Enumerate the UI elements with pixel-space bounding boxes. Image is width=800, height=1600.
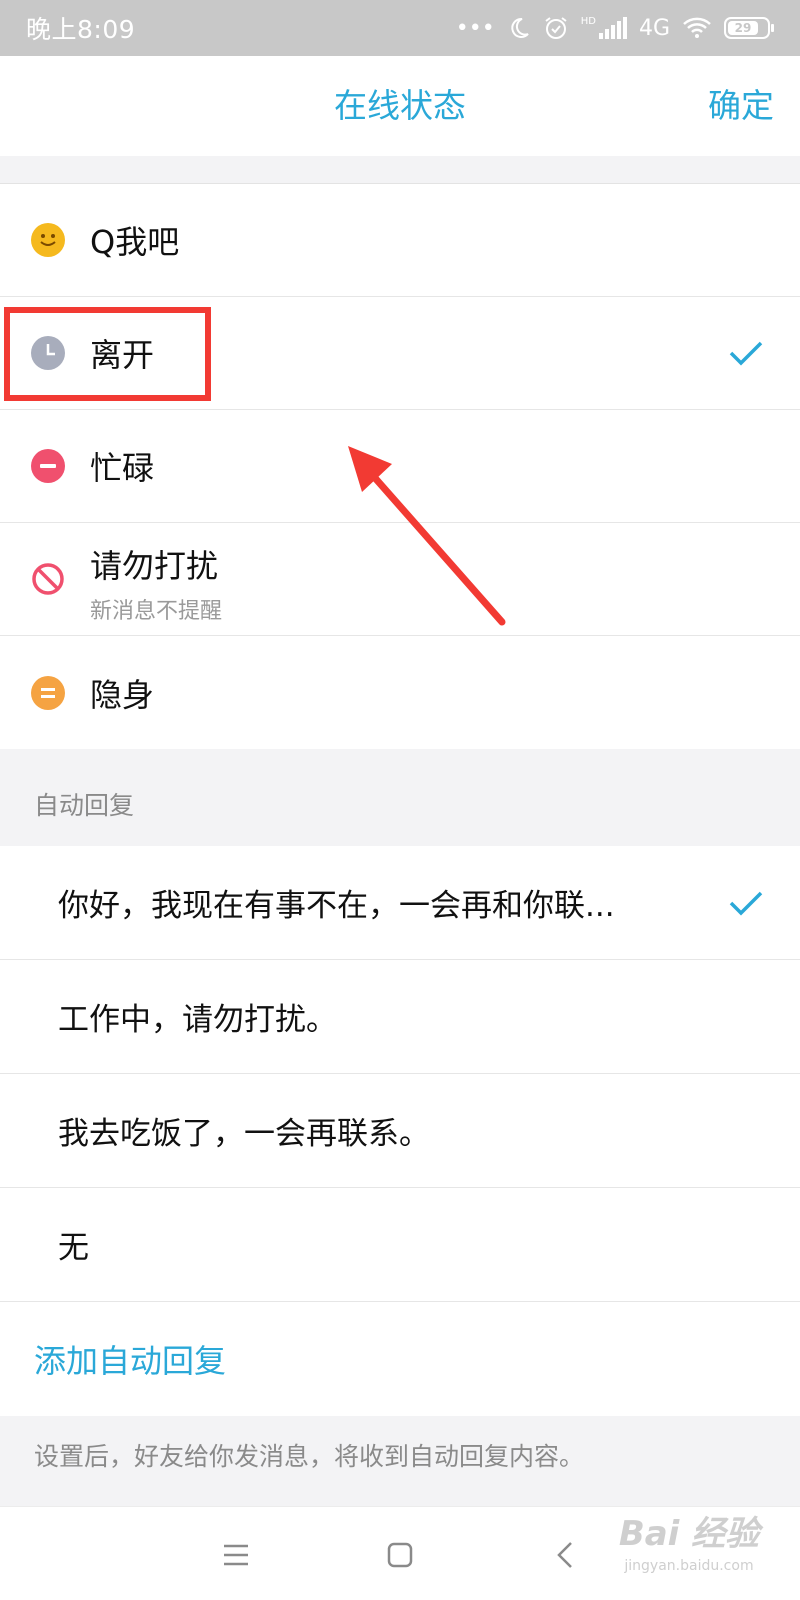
- no-disturb-icon: [31, 562, 65, 596]
- auto-reply-list: 你好，我现在有事不在，一会再和你联... 工作中，请勿打扰。 我去吃饭了，一会再…: [0, 846, 800, 1416]
- auto-reply-item[interactable]: 我去吃饭了，一会再联系。: [0, 1074, 800, 1188]
- check-icon: [729, 341, 763, 366]
- status-option-label: 请勿打扰: [90, 547, 219, 585]
- auto-reply-label: 我去吃饭了，一会再联系。: [58, 1116, 430, 1152]
- home-icon[interactable]: [380, 1535, 420, 1575]
- status-time: 晚上8:09: [26, 15, 136, 44]
- watermark-logo: Bai 经验 jingyan.baidu.com: [614, 1512, 764, 1586]
- menu-icon[interactable]: [216, 1535, 256, 1575]
- page-title: 在线状态: [334, 86, 466, 125]
- moon-icon: [511, 17, 529, 38]
- hd-signal-icon: HD: [581, 17, 627, 39]
- watermark-brand: Bai 经验: [618, 1514, 760, 1554]
- back-icon[interactable]: [546, 1535, 586, 1575]
- auto-reply-label: 无: [58, 1230, 89, 1266]
- highlight-box: [4, 307, 211, 401]
- battery-icon: 29: [724, 17, 774, 39]
- auto-reply-footer-note: 设置后，好友给你发消息，将收到自动回复内容。: [34, 1442, 585, 1471]
- status-option-q-me[interactable]: Q我吧: [0, 184, 800, 297]
- auto-reply-item[interactable]: 工作中，请勿打扰。: [0, 960, 800, 1074]
- smile-icon: [31, 223, 65, 257]
- dots-icon: •••: [455, 15, 495, 41]
- busy-icon: [31, 449, 65, 483]
- 4g-icon: 4G: [638, 15, 670, 41]
- auto-reply-item[interactable]: 你好，我现在有事不在，一会再和你联...: [0, 846, 800, 960]
- status-option-label: Q我吧: [90, 223, 180, 261]
- auto-reply-section-label: 自动回复: [34, 791, 135, 820]
- confirm-button[interactable]: 确定: [708, 56, 774, 156]
- check-icon: [729, 891, 763, 915]
- status-option-sublabel: 新消息不提醒: [90, 599, 223, 624]
- add-auto-reply-label: 添加自动回复: [34, 1342, 227, 1380]
- battery-level: 29: [728, 21, 758, 35]
- title-bar: 在线状态 确定: [0, 56, 800, 156]
- hd-label: HD: [580, 16, 596, 27]
- add-auto-reply-button[interactable]: 添加自动回复: [0, 1302, 800, 1416]
- status-option-label: 隐身: [90, 675, 155, 714]
- auto-reply-label: 你好，我现在有事不在，一会再和你联...: [58, 888, 615, 924]
- status-bar: 晚上8:09 ••• HD 4G 29: [0, 0, 800, 56]
- watermark-url: jingyan.baidu.com: [624, 1558, 754, 1574]
- annotation-arrow-icon: [348, 446, 506, 626]
- invisible-icon: [31, 675, 65, 710]
- status-option-invisible[interactable]: 隐身: [0, 636, 800, 749]
- status-icons: ••• HD 4G 29: [455, 15, 774, 41]
- wifi-icon: [683, 17, 711, 38]
- alarm-icon: [545, 17, 567, 39]
- auto-reply-label: 工作中，请勿打扰。: [58, 1002, 337, 1038]
- status-option-label: 忙碌: [90, 449, 155, 487]
- auto-reply-item[interactable]: 无: [0, 1188, 800, 1302]
